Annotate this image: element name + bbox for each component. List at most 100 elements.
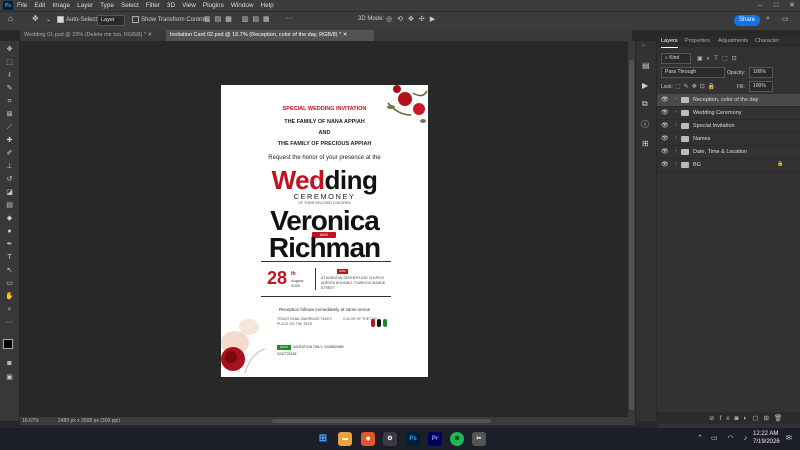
- eraser-tool-icon[interactable]: ◪: [5, 188, 14, 197]
- minimize-icon[interactable]: –: [752, 0, 768, 11]
- layer-filter-kind[interactable]: ⌕ Kind: [661, 53, 691, 64]
- tab-wedding-01[interactable]: Wedding 01.psd @ 25% (Delete me too, RGB…: [20, 30, 168, 41]
- layer-row-date-time-location[interactable]: 👁 › Date, Time & Location: [657, 146, 800, 159]
- type-tool-icon[interactable]: T: [5, 253, 14, 262]
- libraries-panel-icon[interactable]: ⊞: [642, 139, 649, 148]
- blend-mode-dropdown[interactable]: Pass Through: [661, 67, 725, 78]
- menu-view[interactable]: View: [182, 2, 196, 9]
- share-button[interactable]: Share: [734, 15, 760, 26]
- hand-tool-icon[interactable]: ✋: [5, 292, 14, 301]
- chevron-right-icon[interactable]: ›: [675, 109, 677, 115]
- more-options-icon[interactable]: ···: [286, 15, 293, 22]
- search-icon[interactable]: ⌕: [766, 15, 770, 23]
- history-panel-icon[interactable]: ▤: [642, 61, 650, 70]
- chevron-down-icon[interactable]: ⌄: [46, 16, 51, 23]
- clock-time[interactable]: 12:22 AM: [753, 431, 778, 437]
- visibility-eye-icon[interactable]: 👁: [661, 96, 669, 103]
- opacity-input[interactable]: 100%: [749, 67, 773, 78]
- visibility-eye-icon[interactable]: 👁: [661, 135, 669, 142]
- settings-app-icon[interactable]: ⚙: [383, 432, 397, 446]
- windows-start-icon[interactable]: ⊞: [316, 432, 330, 446]
- tab-adjustments[interactable]: Adjustments: [718, 36, 748, 47]
- 3d-mode-icons[interactable]: ◎⟲✥✣▶: [386, 15, 440, 23]
- brave-browser-icon[interactable]: ◆: [361, 432, 375, 446]
- maximize-icon[interactable]: □: [768, 0, 784, 11]
- healing-tool-icon[interactable]: ✚: [5, 136, 14, 145]
- close-icon[interactable]: ✕: [784, 0, 800, 11]
- clock-date[interactable]: 7/19/2026: [753, 439, 780, 445]
- visibility-eye-icon[interactable]: 👁: [661, 148, 669, 155]
- auto-select-checkbox[interactable]: Auto-Select:: [57, 16, 99, 23]
- foreground-color-swatch[interactable]: [3, 339, 13, 349]
- layer-filter-icons[interactable]: ▣◐T⬚⊡: [697, 55, 741, 62]
- more-tools-icon[interactable]: ···: [5, 318, 14, 327]
- chevron-right-icon[interactable]: ›: [675, 122, 677, 128]
- layer-comps-icon[interactable]: ⧉: [642, 99, 648, 109]
- home-icon[interactable]: ⌂: [8, 14, 13, 23]
- menu-window[interactable]: Window: [231, 2, 254, 9]
- show-transform-checkbox[interactable]: Show Transform Controls: [132, 16, 209, 23]
- lock-icons[interactable]: ⬚✎✥⊡🔒: [675, 83, 718, 90]
- fill-input[interactable]: 100%: [749, 81, 773, 92]
- layer-row-bg[interactable]: 👁 › BG 🔒: [657, 159, 800, 172]
- chevron-right-icon[interactable]: ›: [675, 135, 677, 141]
- menu-help[interactable]: Help: [261, 2, 274, 9]
- lasso-tool-icon[interactable]: ℓ: [5, 71, 14, 80]
- zoom-level[interactable]: 16.67%: [22, 418, 39, 424]
- tab-character[interactable]: Character: [755, 36, 779, 47]
- stamp-tool-icon[interactable]: ⊥: [5, 162, 14, 171]
- crop-tool-icon[interactable]: ⌗: [5, 97, 14, 106]
- layer-row-special-invitation[interactable]: 👁 › Special Invitation: [657, 120, 800, 133]
- visibility-eye-icon[interactable]: 👁: [661, 122, 669, 129]
- gradient-tool-icon[interactable]: ▤: [5, 201, 14, 210]
- photoshop-taskbar-icon[interactable]: Ps: [406, 432, 420, 446]
- visibility-eye-icon[interactable]: 👁: [661, 109, 669, 116]
- menu-image[interactable]: Image: [52, 2, 70, 9]
- path-select-tool-icon[interactable]: ↖: [5, 266, 14, 275]
- menu-3d[interactable]: 3D: [167, 2, 175, 9]
- layer-row-wedding-ceremony[interactable]: 👁 › Wedding Ceremony: [657, 107, 800, 120]
- menu-layer[interactable]: Layer: [77, 2, 93, 9]
- shape-tool-icon[interactable]: ▭: [5, 279, 14, 288]
- layer-actions-icons[interactable]: ⊘fx◙◐▢⊞🗑: [709, 414, 787, 422]
- move-tool-icon[interactable]: ✥: [5, 45, 14, 54]
- workspace-icon[interactable]: ▭: [782, 15, 789, 23]
- dodge-tool-icon[interactable]: ●: [5, 227, 14, 236]
- quick-select-tool-icon[interactable]: ✎: [5, 84, 14, 93]
- spotify-icon[interactable]: ≋: [450, 432, 464, 446]
- notification-icon[interactable]: ✉: [786, 434, 792, 442]
- menu-filter[interactable]: Filter: [146, 2, 160, 9]
- blur-tool-icon[interactable]: ◆: [5, 214, 14, 223]
- pen-tool-icon[interactable]: ✒: [5, 240, 14, 249]
- move-tool-icon[interactable]: ✥: [32, 14, 39, 23]
- snipping-tool-icon[interactable]: ✂: [472, 432, 486, 446]
- auto-select-dropdown[interactable]: Layer: [97, 15, 125, 26]
- screen-mode-icon[interactable]: ▣: [5, 373, 14, 382]
- frame-tool-icon[interactable]: ⊠: [5, 110, 14, 119]
- menu-edit[interactable]: Edit: [34, 2, 45, 9]
- horizontal-scroll-thumb[interactable]: [272, 419, 491, 423]
- history-brush-tool-icon[interactable]: ↺: [5, 175, 14, 184]
- layer-row-names[interactable]: 👁 › Names: [657, 133, 800, 146]
- vertical-scroll-thumb[interactable]: [629, 60, 634, 410]
- align-buttons[interactable]: ▥▤▦ ▥▤▦: [204, 15, 274, 23]
- layer-row-reception[interactable]: 👁 › Reception, color of the day: [657, 94, 800, 107]
- menu-select[interactable]: Select: [121, 2, 139, 9]
- tab-layers[interactable]: Layers: [661, 36, 678, 48]
- menu-type[interactable]: Type: [100, 2, 114, 9]
- quick-mask-icon[interactable]: ◙: [5, 359, 14, 368]
- collapse-icon[interactable]: »: [642, 43, 645, 49]
- menu-file[interactable]: File: [17, 2, 27, 9]
- brush-tool-icon[interactable]: ✐: [5, 149, 14, 158]
- tab-invitation-card-02[interactable]: Invitation Card 02.psd @ 16.7% (Receptio…: [166, 30, 374, 41]
- chevron-right-icon[interactable]: ›: [675, 148, 677, 154]
- premiere-taskbar-icon[interactable]: Pr: [428, 432, 442, 446]
- invitation-document[interactable]: SPECIAL WEDDING INVITATION THE FAMILY OF…: [221, 85, 428, 377]
- info-panel-icon[interactable]: ⓘ: [641, 119, 649, 130]
- visibility-eye-icon[interactable]: 👁: [661, 161, 669, 168]
- zoom-tool-icon[interactable]: ⌕: [5, 305, 14, 314]
- actions-panel-icon[interactable]: ▶: [642, 81, 648, 90]
- system-tray-icons[interactable]: ▭ ◠ ♪: [711, 434, 751, 442]
- chevron-up-icon[interactable]: ⌃: [697, 434, 703, 442]
- menu-plugins[interactable]: Plugins: [203, 2, 224, 9]
